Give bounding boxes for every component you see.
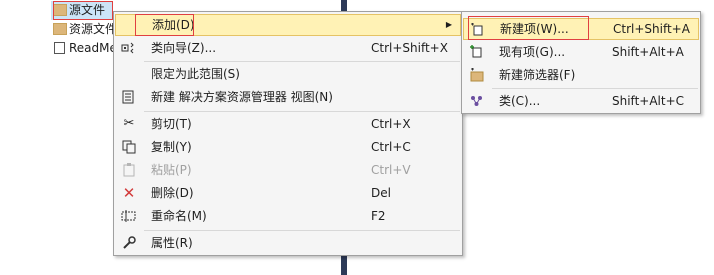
class-icon — [469, 94, 485, 108]
menu-item-new-explorer-view[interactable]: 新建 解决方案资源管理器 视图(N) — [115, 86, 461, 108]
menu-item-delete[interactable]: ✕ 删除(D) Del — [115, 182, 461, 204]
submenu-item-new-item[interactable]: 新建项(W)... Ctrl+Shift+A — [463, 18, 699, 40]
menu-item-add[interactable]: 添加(D) ▶ — [115, 14, 461, 36]
copy-icon — [121, 140, 137, 154]
tree-item-label: 资源文件 — [69, 22, 118, 36]
new-item-icon — [470, 22, 486, 37]
submenu-item-shortcut: Shift+Alt+A — [612, 45, 684, 59]
tree-item-resource-files[interactable]: 资源文件 — [51, 20, 117, 39]
menu-item-scope-to-this[interactable]: 限定为此范围(S) — [115, 63, 461, 85]
submenu-item-label: 新建项(W)... — [500, 22, 569, 36]
properties-icon — [121, 236, 137, 250]
submenu-arrow-icon: ▶ — [445, 20, 452, 29]
menu-item-label: 剪切(T) — [151, 117, 192, 131]
menu-item-label: 限定为此范围(S) — [151, 67, 240, 81]
tree-item-source-files[interactable]: 源文件 — [51, 1, 113, 20]
menu-item-label: 复制(Y) — [151, 140, 192, 154]
folder-icon — [53, 23, 67, 35]
menu-item-label: 类向导(Z)... — [151, 41, 217, 55]
menu-item-properties[interactable]: 属性(R) — [115, 232, 461, 254]
menu-item-rename[interactable]: 重命名(M) F2 — [115, 205, 461, 227]
submenu-item-label: 新建筛选器(F) — [499, 68, 576, 82]
new-filter-icon — [469, 67, 485, 82]
menu-item-label: 粘贴(P) — [151, 163, 192, 177]
menu-item-class-wizard[interactable]: 类向导(Z)... Ctrl+Shift+X — [115, 37, 461, 59]
menu-separator — [144, 230, 460, 231]
menu-separator — [144, 61, 460, 62]
submenu-item-label: 现有项(G)... — [499, 45, 566, 59]
menu-item-cut[interactable]: ✂ 剪切(T) Ctrl+X — [115, 113, 461, 135]
menu-item-label: 添加(D) — [152, 18, 195, 32]
submenu-item-existing-item[interactable]: 现有项(G)... Shift+Alt+A — [463, 41, 699, 63]
menu-separator — [144, 111, 460, 112]
submenu-item-class[interactable]: 类(C)... Shift+Alt+C — [463, 90, 699, 112]
scissors-icon: ✂ — [123, 116, 135, 131]
menu-item-shortcut: Del — [371, 186, 391, 200]
menu-item-shortcut: F2 — [371, 209, 386, 223]
class-wizard-icon — [121, 41, 137, 55]
submenu-item-new-filter[interactable]: 新建筛选器(F) — [463, 64, 699, 86]
file-icon — [54, 42, 65, 54]
menu-item-copy[interactable]: 复制(Y) Ctrl+C — [115, 136, 461, 158]
add-submenu: 新建项(W)... Ctrl+Shift+A 现有项(G)... Shift+A… — [461, 11, 701, 114]
menu-item-shortcut: Ctrl+C — [371, 140, 411, 154]
tree-item-label: 源文件 — [69, 3, 106, 17]
menu-item-paste: 粘贴(P) Ctrl+V — [115, 159, 461, 181]
existing-item-icon — [469, 45, 485, 59]
tree-item-readme[interactable]: ReadMe — [51, 39, 117, 58]
submenu-item-shortcut: Shift+Alt+C — [612, 94, 685, 108]
menu-item-label: 属性(R) — [151, 236, 193, 250]
submenu-separator — [492, 88, 698, 89]
menu-item-shortcut: Ctrl+Shift+X — [371, 41, 448, 55]
menu-item-shortcut: Ctrl+X — [371, 117, 411, 131]
menu-item-label: 新建 解决方案资源管理器 视图(N) — [151, 90, 333, 104]
new-view-icon — [121, 90, 137, 104]
context-menu: 添加(D) ▶ 类向导(Z)... Ctrl+Shift+X 限定为此范围(S)… — [113, 11, 463, 256]
delete-icon: ✕ — [122, 184, 136, 202]
tree-item-label: ReadMe — [69, 41, 117, 55]
folder-icon — [53, 4, 67, 16]
submenu-item-shortcut: Ctrl+Shift+A — [613, 22, 690, 36]
rename-icon — [121, 209, 137, 223]
menu-item-shortcut: Ctrl+V — [371, 163, 411, 177]
menu-item-label: 删除(D) — [151, 186, 194, 200]
submenu-item-label: 类(C)... — [499, 94, 541, 108]
paste-icon — [121, 163, 137, 177]
menu-item-label: 重命名(M) — [151, 209, 207, 223]
